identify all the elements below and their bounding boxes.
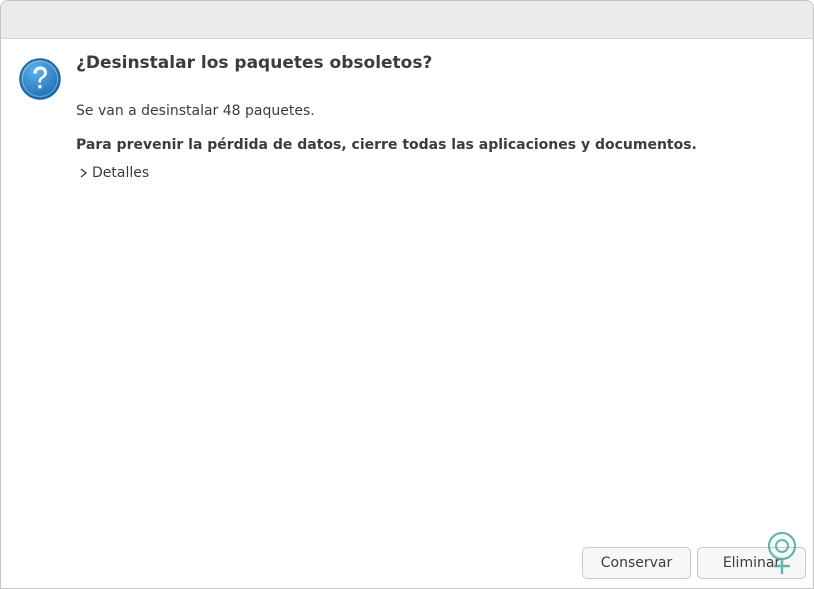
keep-button-label: Conservar (600, 555, 673, 571)
chevron-right-icon (80, 168, 88, 178)
details-label: Detalles (92, 165, 150, 181)
details-expander[interactable]: Detalles (78, 165, 149, 181)
dialog-title: ¿Desinstalar los paquetes obsoletos? (76, 53, 433, 73)
remove-button-label: Eliminar (722, 555, 781, 571)
dialog-warning: Para prevenir la pérdida de datos, cierr… (76, 137, 697, 153)
keep-button[interactable]: Conservar (582, 547, 691, 579)
window-titlebar[interactable] (1, 1, 813, 39)
dialog-message: Se van a desinstalar 48 paquetes. (76, 103, 315, 119)
dialog-window: ¿Desinstalar los paquetes obsoletos? Se … (0, 0, 814, 589)
remove-button[interactable]: Eliminar (697, 547, 806, 579)
question-icon (19, 58, 61, 100)
